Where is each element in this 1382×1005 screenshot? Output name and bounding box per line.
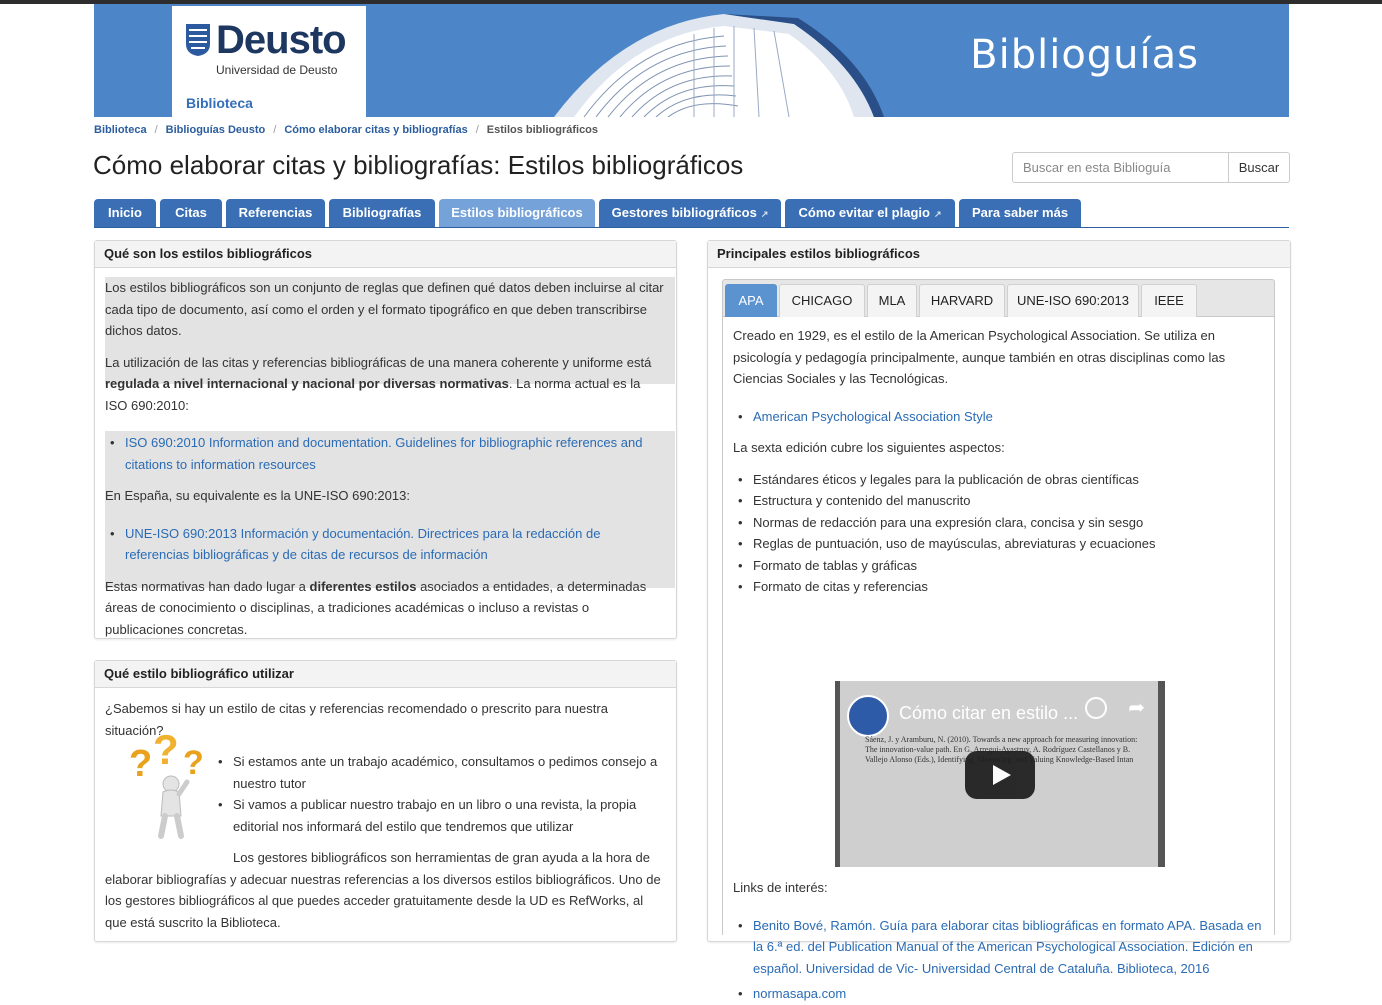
style-tab-apa[interactable]: APA bbox=[725, 284, 777, 317]
deusto-shield-icon bbox=[186, 24, 210, 56]
list-item: ISO 690:2010 Information and documentati… bbox=[105, 432, 665, 475]
paragraph-bold: regulada a nivel internacional y naciona… bbox=[105, 376, 509, 391]
aspects-list: Estándares éticos y legales para la publ… bbox=[733, 469, 1263, 598]
paragraph-text: La utilización de las citas y referencia… bbox=[105, 354, 652, 370]
paragraph: Los estilos bibliográficos son un conjun… bbox=[105, 280, 664, 338]
apa-style-link[interactable]: American Psychological Association Style bbox=[753, 409, 993, 424]
style-tab-chicago[interactable]: CHICAGO bbox=[779, 284, 865, 317]
style-tab-bar: APA CHICAGO MLA HARVARD UNE-ISO 690:2013… bbox=[722, 279, 1275, 317]
svg-text:?: ? bbox=[183, 744, 204, 782]
paragraph: Estas normativas han dado lugar a difere… bbox=[105, 576, 665, 641]
panel-que-estilo-utilizar: Qué estilo bibliográfico utilizar ¿Sabem… bbox=[94, 660, 677, 942]
breadcrumb-biblioguias[interactable]: Biblioguías Deusto bbox=[166, 124, 266, 136]
deusto-logo[interactable]: Deusto Universidad de Deusto Biblioteca bbox=[172, 6, 366, 117]
breadcrumb-current: Estilos bibliográficos bbox=[486, 124, 599, 136]
question-figure-image: ? ? ? bbox=[129, 728, 204, 839]
normasapa-link[interactable]: normasapa.com bbox=[753, 986, 846, 1001]
list-item: Estructura y contenido del manuscrito bbox=[733, 490, 1263, 512]
tab-gestores-bibliograficos[interactable]: Gestores bibliográficos ↗ bbox=[599, 199, 781, 227]
search-input[interactable] bbox=[1012, 152, 1230, 183]
panel-title: Principales estilos bibliográficos bbox=[708, 241, 1290, 268]
apa-content: Creado en 1929, es el estilo de la Ameri… bbox=[733, 325, 1263, 598]
style-tab-ieee[interactable]: IEEE bbox=[1141, 284, 1197, 317]
panel-body: ¿Sabemos si hay un estilo de citas y ref… bbox=[105, 698, 665, 933]
svg-text:?: ? bbox=[129, 743, 152, 785]
tab-estilos-bibliograficos[interactable]: Estilos bibliográficos bbox=[439, 199, 595, 227]
advice-list: Si estamos ante un trabajo académico, co… bbox=[213, 751, 663, 837]
external-link-icon: ↗ bbox=[760, 209, 769, 219]
list-item: American Psychological Association Style bbox=[733, 406, 1263, 428]
list-item: Estándares éticos y legales para la publ… bbox=[733, 469, 1263, 491]
building-illustration bbox=[554, 14, 884, 117]
channel-logo[interactable] bbox=[847, 695, 889, 737]
list-item: Formato de tablas y gráficas bbox=[733, 555, 1263, 577]
paragraph-bold: diferentes estilos bbox=[309, 578, 417, 594]
list-item: Reglas de puntuación, uso de mayúsculas,… bbox=[733, 533, 1263, 555]
list-item: UNE-ISO 690:2013 Información y documenta… bbox=[105, 523, 665, 566]
paragraph: La utilización de las citas y referencia… bbox=[105, 352, 665, 417]
tab-citas[interactable]: Citas bbox=[160, 199, 222, 227]
breadcrumb-como-elaborar[interactable]: Cómo elaborar citas y bibliografías bbox=[284, 124, 467, 136]
iso-690-2010-link[interactable]: ISO 690:2010 Information and documentati… bbox=[125, 435, 642, 472]
paragraph-text: Estas normativas han dado lugar a bbox=[105, 578, 310, 594]
breadcrumb: Biblioteca / Biblioguías Deusto / Cómo elabo… bbox=[94, 124, 599, 136]
iso-link-list: ISO 690:2010 Information and documentati… bbox=[105, 432, 665, 475]
video-player[interactable]: Cómo citar en estilo ... Sáenz, J. y Ara… bbox=[835, 681, 1165, 867]
apa-intro: Creado en 1929, es el estilo de la Ameri… bbox=[733, 328, 1226, 386]
guide-search: Buscar bbox=[1012, 152, 1290, 183]
tab-inicio[interactable]: Inicio bbox=[94, 199, 156, 227]
style-tab-une-iso[interactable]: UNE-ISO 690:2013 bbox=[1007, 284, 1139, 317]
paragraph: En España, su equivalente es la UNE-ISO … bbox=[105, 488, 410, 503]
panel-principales-estilos: Principales estilos bibliográficos APA C… bbox=[707, 240, 1291, 1004]
list-item: Si vamos a publicar nuestro trabajo en u… bbox=[213, 794, 663, 837]
tab-plagio-label: Cómo evitar el plagio bbox=[798, 205, 930, 220]
play-button[interactable] bbox=[965, 751, 1035, 799]
page-title: Cómo elaborar citas y bibliografías: Est… bbox=[93, 150, 744, 180]
une-link-list: UNE-ISO 690:2013 Información y documenta… bbox=[105, 523, 665, 566]
links-section: Links de interés: Benito Bové, Ramón. Gu… bbox=[733, 877, 1268, 1005]
apa-link-list: American Psychological Association Style bbox=[733, 406, 1263, 428]
external-link-icon: ↗ bbox=[933, 209, 942, 219]
panel-title: Qué son los estilos bibliográficos bbox=[95, 241, 676, 268]
video-title[interactable]: Cómo citar en estilo ... bbox=[899, 703, 1078, 724]
panel-que-son-estilos: Qué son los estilos bibliográficos Los e… bbox=[94, 240, 677, 639]
panel-title: Qué estilo bibliográfico utilizar bbox=[95, 661, 676, 688]
tab-gestores-label: Gestores bibliográficos bbox=[611, 205, 757, 220]
paragraph: La sexta edición cubre los siguientes as… bbox=[733, 440, 1005, 455]
tab-referencias[interactable]: Referencias bbox=[226, 199, 325, 227]
list-item: normasapa.com bbox=[733, 983, 1268, 1005]
site-banner: Deusto Universidad de Deusto Biblioteca … bbox=[94, 4, 1289, 117]
links-list: Benito Bové, Ramón. Guía para elaborar c… bbox=[733, 915, 1268, 1005]
svg-text:?: ? bbox=[153, 728, 179, 773]
tab-como-evitar-plagio[interactable]: Cómo evitar el plagio ↗ bbox=[785, 199, 955, 227]
list-item: Si estamos ante un trabajo académico, co… bbox=[213, 751, 663, 794]
links-title: Links de interés: bbox=[733, 880, 828, 895]
watch-later-icon[interactable] bbox=[1085, 697, 1107, 719]
tab-bibliografias[interactable]: Bibliografías bbox=[329, 199, 435, 227]
benito-bove-link[interactable]: Benito Bové, Ramón. Guía para elaborar c… bbox=[753, 918, 1262, 976]
list-item: Formato de citas y referencias bbox=[733, 576, 1263, 598]
style-tab-content: Creado en 1929, es el estilo de la Ameri… bbox=[722, 315, 1275, 1004]
style-tab-harvard[interactable]: HARVARD bbox=[919, 284, 1005, 317]
logo-wordmark: Deusto bbox=[216, 18, 347, 62]
tab-para-saber-mas[interactable]: Para saber más bbox=[959, 199, 1081, 227]
une-iso-690-2013-link[interactable]: UNE-ISO 690:2013 Información y documenta… bbox=[125, 526, 600, 563]
banner-title: Biblioguías bbox=[970, 32, 1199, 78]
logo-subtitle: Universidad de Deusto bbox=[216, 63, 338, 77]
list-item: Normas de redacción para una expresión c… bbox=[733, 512, 1263, 534]
guide-tabs: Inicio Citas Referencias Bibliografías E… bbox=[94, 199, 1289, 228]
breadcrumb-biblioteca[interactable]: Biblioteca bbox=[94, 124, 147, 136]
paragraph: Los gestores bibliográficos son herramie… bbox=[105, 850, 661, 930]
style-tab-mla[interactable]: MLA bbox=[867, 284, 917, 317]
search-button[interactable]: Buscar bbox=[1228, 152, 1290, 183]
list-item: Benito Bové, Ramón. Guía para elaborar c… bbox=[733, 915, 1268, 980]
panel-body: Los estilos bibliográficos son un conjun… bbox=[105, 277, 675, 640]
share-icon[interactable]: ➦ bbox=[1128, 695, 1145, 720]
logo-biblioteca[interactable]: Biblioteca bbox=[186, 95, 253, 111]
